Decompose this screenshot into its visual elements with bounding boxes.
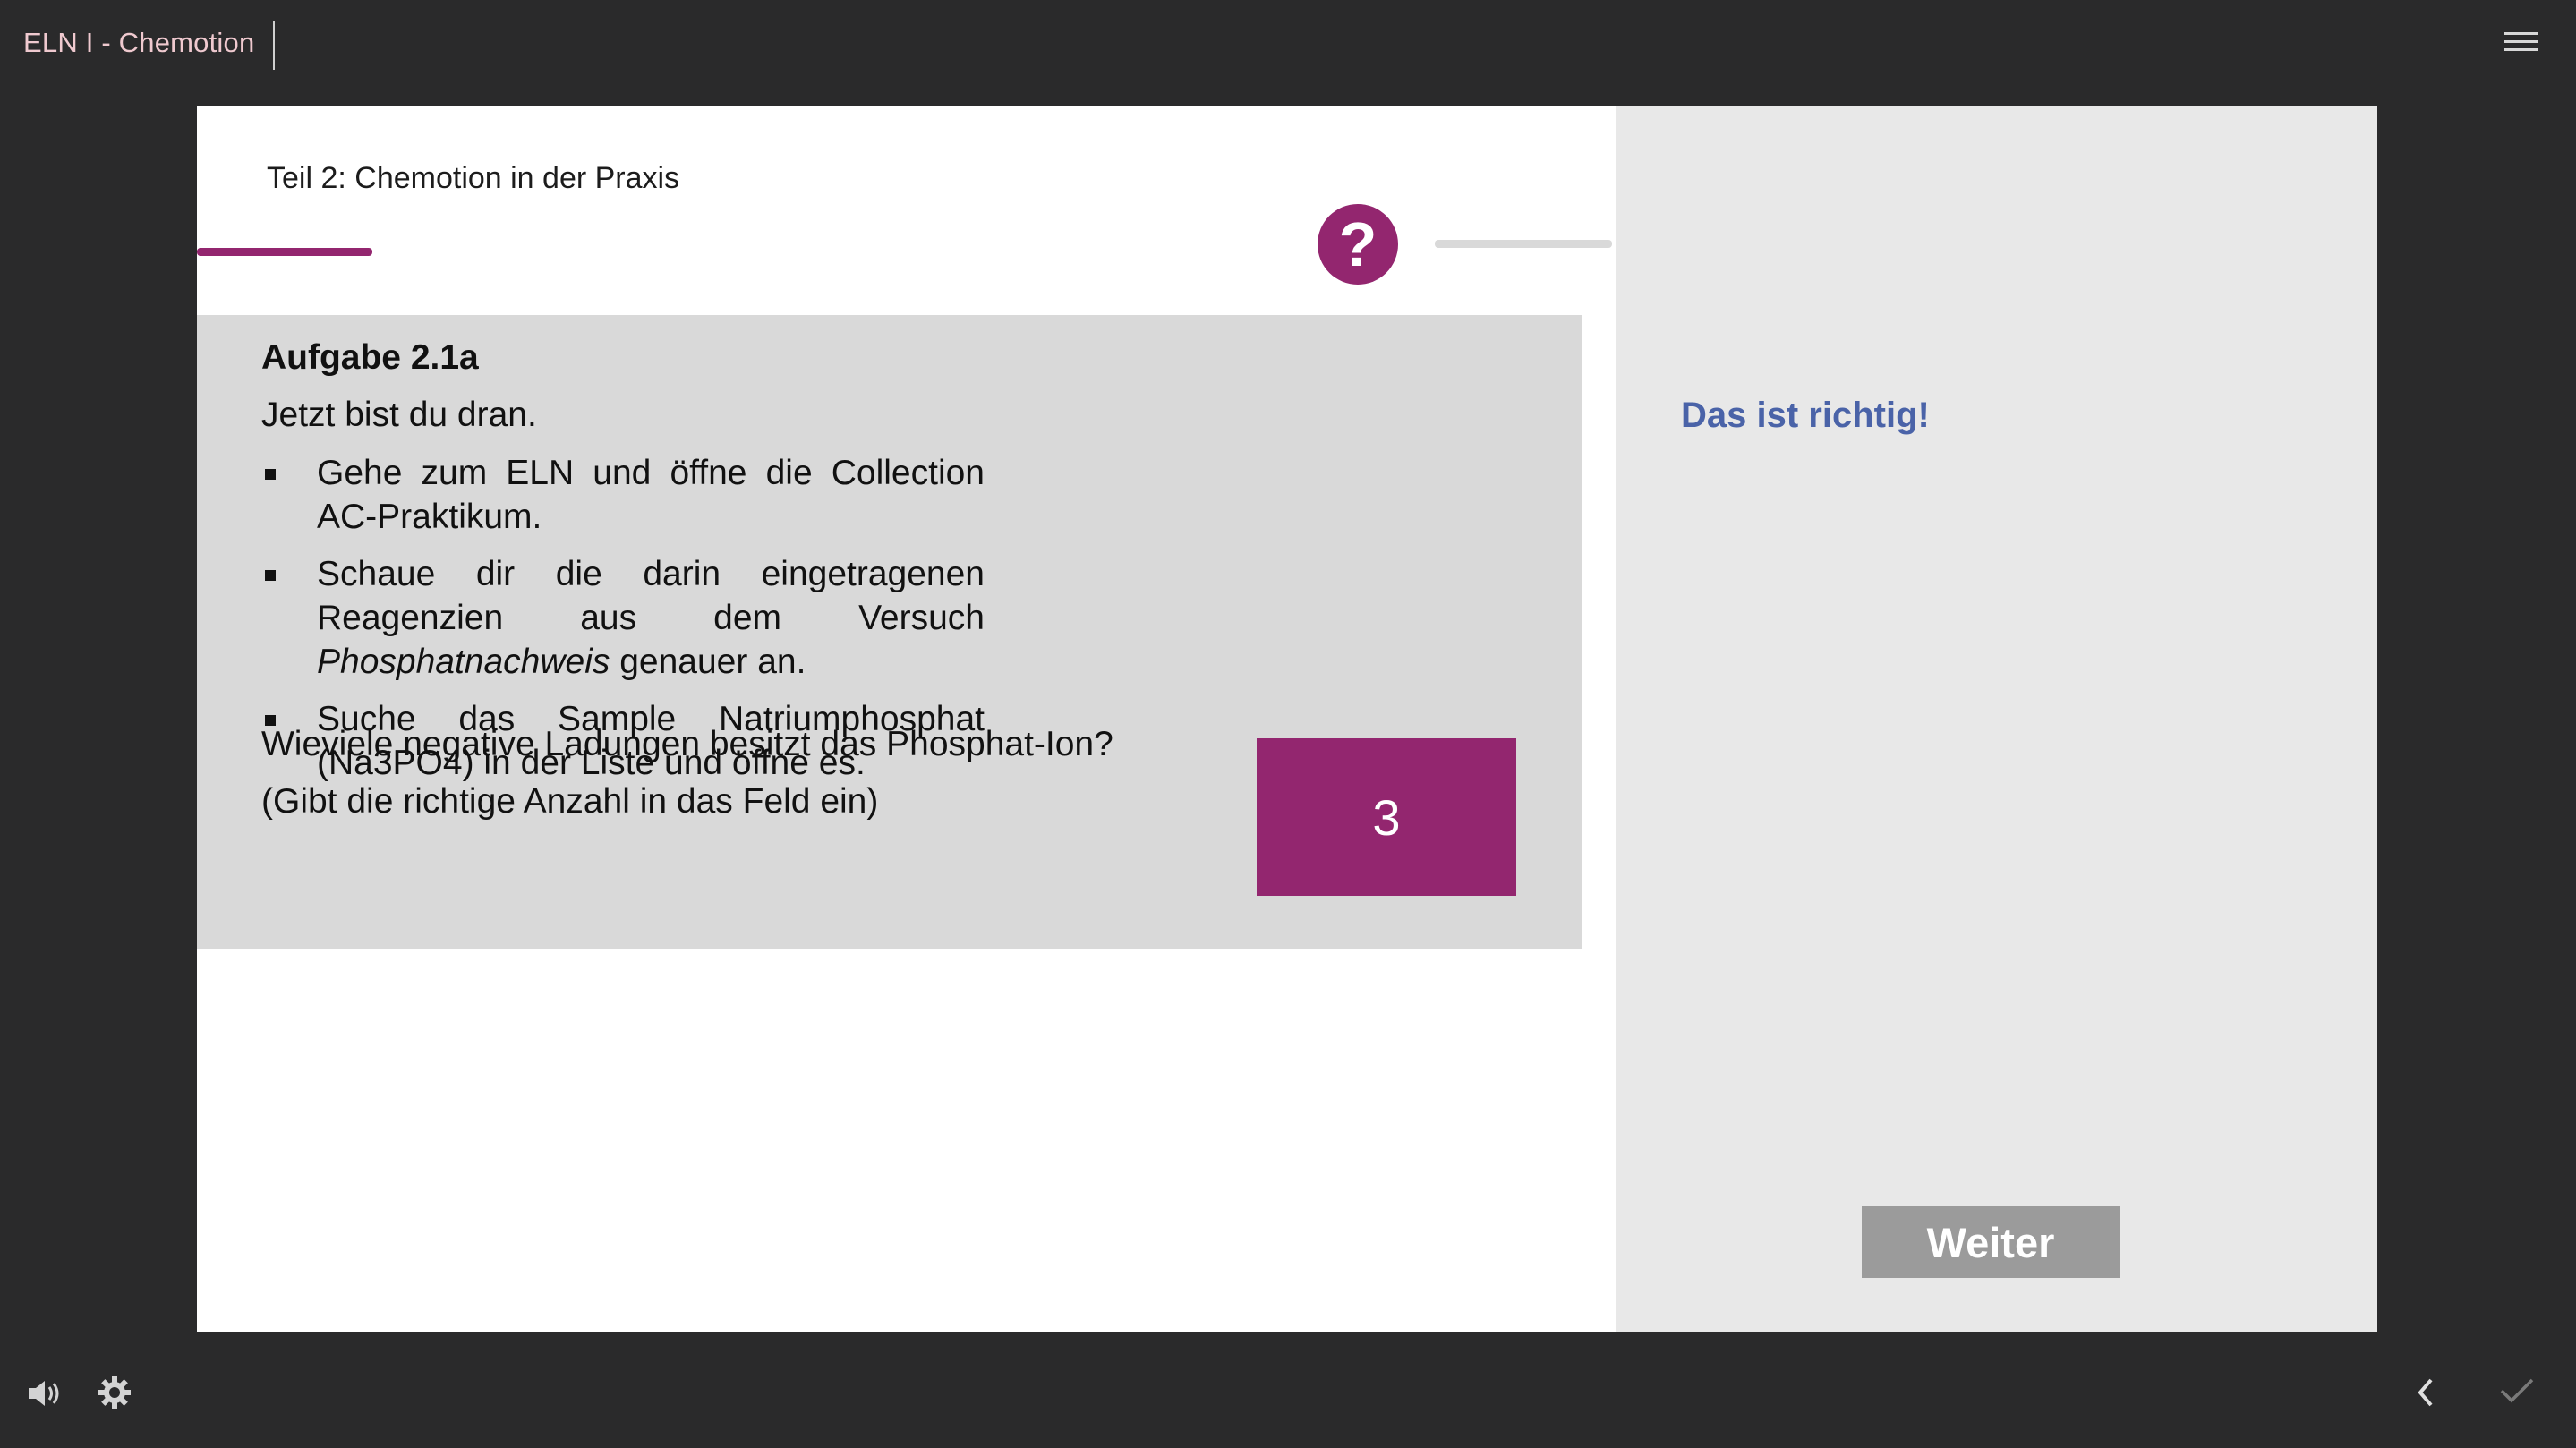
feedback-message: Das ist richtig! bbox=[1681, 396, 1930, 435]
task-step-text: Gehe zum ELN und öffne die Collection AC… bbox=[317, 454, 985, 536]
question-hint: (Gibt die richtige Anzahl in das Feld ei… bbox=[261, 782, 879, 821]
continue-button[interactable]: Weiter bbox=[1862, 1206, 2120, 1278]
question-text: Wieviele negative Ladungen besitzt das P… bbox=[261, 716, 1113, 830]
question-line: Wieviele negative Ladungen besitzt das P… bbox=[261, 725, 1113, 763]
feedback-panel: Das ist richtig! Weiter bbox=[1616, 106, 2377, 1332]
answer-input[interactable]: 3 bbox=[1257, 738, 1516, 896]
task-title: Aufgabe 2.1a bbox=[261, 338, 479, 377]
bullet-icon bbox=[265, 570, 276, 581]
title-divider bbox=[273, 21, 275, 70]
progress-accent bbox=[197, 248, 372, 256]
task-step-emphasis: Phosphatnachweis bbox=[317, 643, 610, 681]
slide: Teil 2: Chemotion in der Praxis ? Aufgab… bbox=[197, 106, 2377, 1332]
task-step: Schaue dir die darin eingetragenen Reage… bbox=[261, 552, 985, 684]
chevron-left-icon[interactable] bbox=[2415, 1376, 2436, 1409]
task-step-text: Schaue dir die darin eingetragenen Reage… bbox=[317, 555, 985, 637]
speaker-icon[interactable] bbox=[27, 1378, 63, 1409]
task-step: Gehe zum ELN und öffne die Collection AC… bbox=[261, 451, 985, 539]
checkmark-icon[interactable] bbox=[2499, 1376, 2535, 1405]
bullet-icon bbox=[265, 469, 276, 480]
slide-heading: Teil 2: Chemotion in der Praxis bbox=[267, 161, 680, 195]
hamburger-menu-icon[interactable] bbox=[2504, 32, 2538, 59]
question-mark-icon[interactable]: ? bbox=[1318, 204, 1398, 285]
task-step-text: genauer an. bbox=[610, 643, 806, 681]
progress-track bbox=[1435, 240, 1612, 248]
task-intro: Jetzt bist du dran. bbox=[261, 396, 537, 434]
gear-icon[interactable] bbox=[97, 1375, 132, 1410]
app-title: ELN I - Chemotion bbox=[23, 27, 255, 58]
